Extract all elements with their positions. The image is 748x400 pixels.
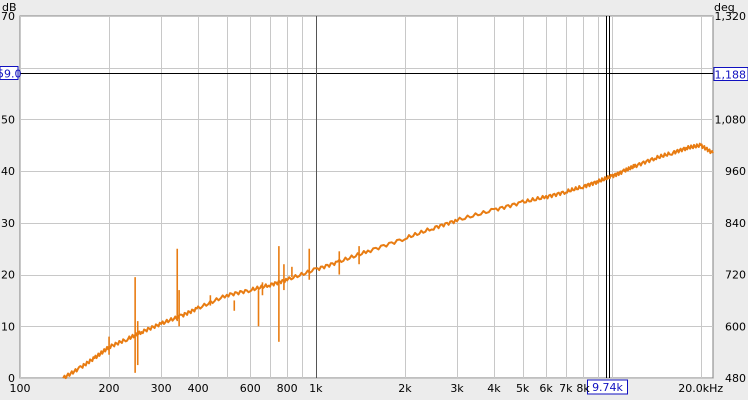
x-tick-label: 200 xyxy=(99,382,120,395)
x-tick-label: 5k xyxy=(516,382,530,395)
x-tick-label: 8k xyxy=(576,382,590,395)
x-tick-label: 400 xyxy=(188,382,209,395)
y-right-tick-label: 1,080 xyxy=(715,113,747,126)
y-left-tick-label: 10 xyxy=(1,320,15,333)
y-right-tick-label: 720 xyxy=(725,269,746,282)
x-tick-label: 300 xyxy=(151,382,172,395)
x-tick-label: 1k xyxy=(309,382,323,395)
frequency-response-chart[interactable]: 59.0 1,1889.74k 100 200 300 400 600 800 1k 2k 3k 4… xyxy=(0,0,748,400)
x-tick-label: 20.0kHz xyxy=(678,382,723,395)
y-right-tick-label: 840 xyxy=(725,217,746,230)
y-left-tick-label: 20 xyxy=(1,269,15,282)
x-tick-label: 600 xyxy=(240,382,261,395)
x-tick-label: 4k xyxy=(487,382,501,395)
y-right-tick-label: 600 xyxy=(725,320,746,333)
left-axis-unit: dB xyxy=(2,1,17,14)
y-left-tick-label: 50 xyxy=(1,113,15,126)
x-tick-label: 7k xyxy=(559,382,573,395)
x-tick-label: 3k xyxy=(450,382,464,395)
x-tick-label: 6k xyxy=(539,382,553,395)
x-tick-label: 2k xyxy=(398,382,412,395)
hcursor-left-value: 59.0 xyxy=(0,68,22,81)
y-left-tick-label: 40 xyxy=(1,165,15,178)
hcursor-right-label[interactable]: 1,188 xyxy=(713,67,748,82)
y-left-tick-label: 30 xyxy=(1,217,15,230)
y-left-tick-label: 0 xyxy=(8,372,15,385)
y-right-tick-label: 480 xyxy=(725,372,746,385)
y-right-tick-label: 960 xyxy=(725,165,746,178)
hcursor-right-value: 1,188 xyxy=(715,69,747,82)
hcursor-left-label[interactable]: 59.0 xyxy=(0,66,22,81)
vcursor-label[interactable]: 9.74k xyxy=(587,379,628,395)
vcursor-value: 9.74k xyxy=(592,381,623,394)
x-tick-label: 800 xyxy=(277,382,298,395)
right-axis-unit: deg xyxy=(714,1,735,14)
